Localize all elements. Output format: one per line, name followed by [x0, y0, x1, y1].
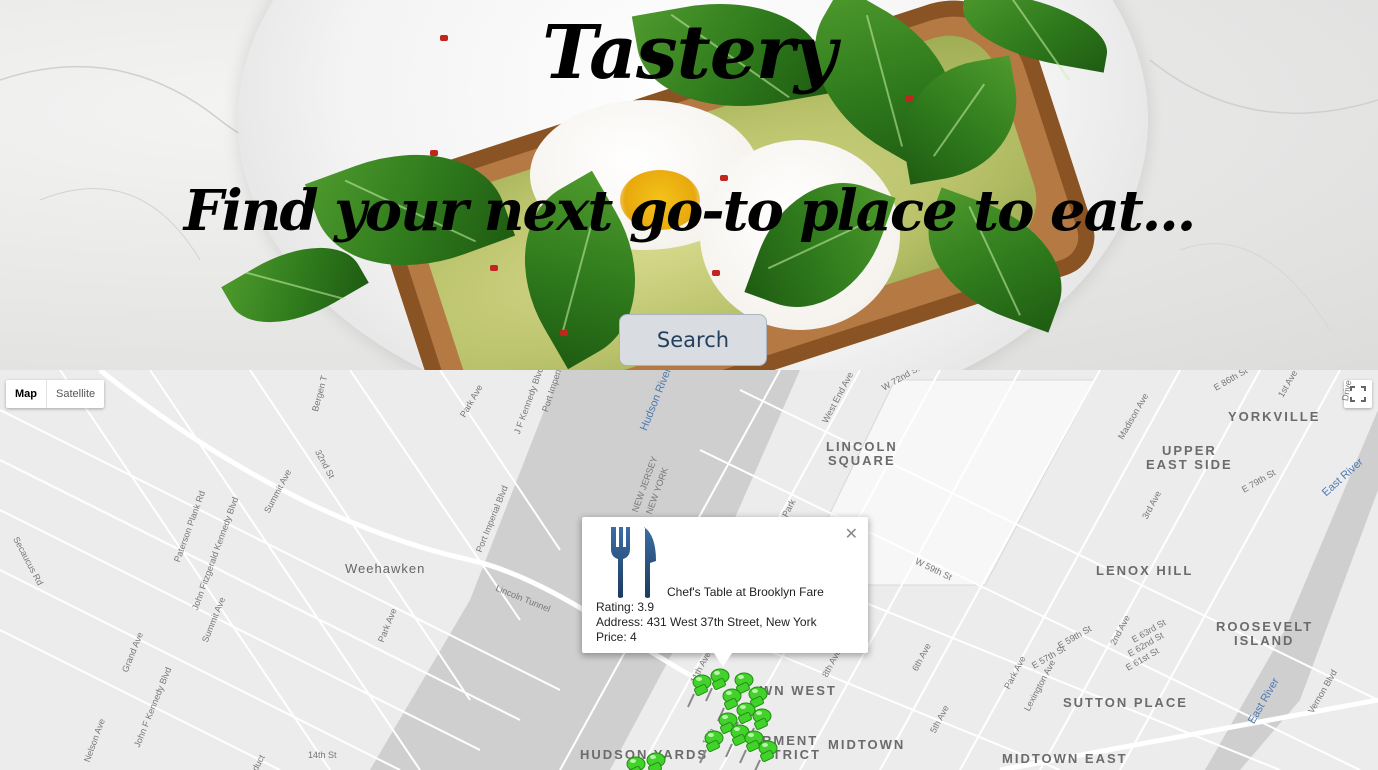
street-label: 14th St — [308, 750, 337, 760]
chili-fleck — [430, 150, 438, 156]
info-window: ✕ Chef's Table at Brooklyn Fare Rating: … — [582, 517, 868, 667]
area-label: ISLAND — [1234, 633, 1295, 648]
area-label: SUTTON PLACE — [1063, 695, 1188, 710]
area-label: LINCOLN — [826, 439, 898, 454]
green-pushpin-icon[interactable] — [698, 728, 726, 764]
hero-tagline: Find your next go-to place to eat... — [183, 178, 1196, 244]
town-label: Weehawken — [345, 561, 426, 576]
close-icon[interactable]: ✕ — [845, 524, 858, 544]
area-label: EAST SIDE — [1146, 457, 1233, 472]
area-label: MIDTOWN EAST — [1002, 751, 1128, 766]
fork-knife-icon — [608, 525, 658, 599]
fullscreen-icon — [1350, 386, 1366, 402]
area-label: MIDTOWN — [828, 737, 906, 752]
map-type-satellite-button[interactable]: Satellite — [47, 380, 104, 408]
restaurant-price: Price: 4 — [596, 630, 637, 644]
site-title: Tastery — [542, 10, 837, 96]
restaurant-rating: Rating: 3.9 — [596, 600, 655, 614]
green-pushpin-icon[interactable] — [752, 738, 780, 770]
chili-fleck — [712, 270, 720, 276]
chili-fleck — [490, 265, 498, 271]
chili-fleck — [560, 330, 568, 336]
area-label: ROOSEVELT — [1216, 619, 1314, 634]
map-view[interactable]: Map Satellite LINCOLN SQUARE UPPER EAST … — [0, 370, 1378, 770]
area-label: WN WEST — [760, 683, 837, 698]
map-type-control[interactable]: Map Satellite — [6, 380, 105, 408]
area-label: SQUARE — [828, 453, 896, 468]
area-label: YORKVILLE — [1228, 409, 1321, 424]
area-label: LENOX HILL — [1096, 563, 1194, 578]
area-label: UPPER — [1162, 443, 1217, 458]
green-pushpin-icon[interactable] — [640, 750, 668, 770]
restaurant-name: Chef's Table at Brooklyn Fare — [667, 585, 824, 599]
map-type-map-button[interactable]: Map — [6, 380, 47, 408]
restaurant-address: Address: 431 West 37th Street, New York — [596, 615, 817, 629]
hero-banner: Tastery Find your next go-to place to ea… — [0, 0, 1378, 370]
search-button[interactable]: Search — [619, 314, 767, 366]
